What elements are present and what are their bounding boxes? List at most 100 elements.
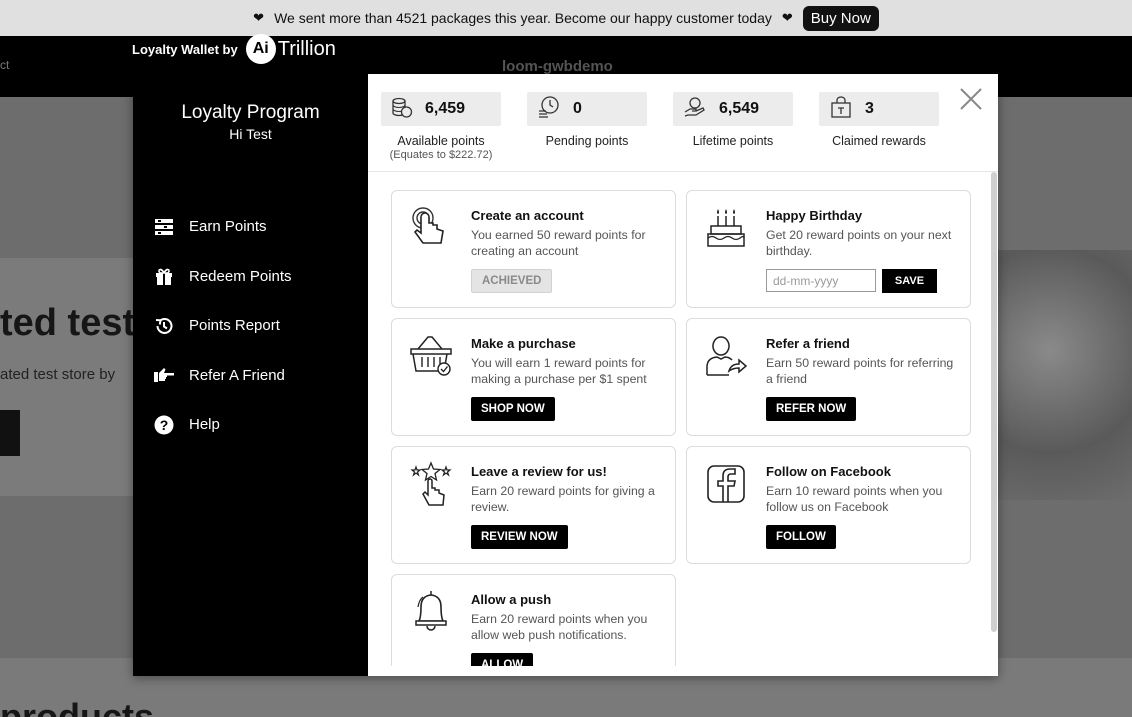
stat-value: 3	[865, 100, 874, 117]
card-title: Create an account	[471, 208, 584, 223]
stat-label: Available points	[397, 134, 485, 148]
hand-coin-icon	[683, 95, 707, 124]
logo-text: Trillion	[277, 37, 336, 60]
aitrillion-logo: Ai Trillion	[245, 34, 336, 64]
store-name[interactable]: loom-gwbdemo	[502, 58, 613, 75]
card-description: Earn 20 reward points for giving a revie…	[471, 484, 655, 514]
card-title: Make a purchase	[471, 336, 576, 351]
stat-label: Claimed rewards	[832, 134, 926, 148]
card-description: You earned 50 reward points for creating…	[471, 228, 646, 258]
hero-image	[995, 250, 1132, 500]
follow-button[interactable]: FOLLOW	[766, 525, 836, 549]
hero-subtitle: ated test store by	[0, 366, 116, 383]
stat-value: 0	[573, 100, 582, 117]
tap-hand-icon	[408, 205, 454, 251]
stat-value: 6,549	[719, 100, 760, 117]
birthday-cake-icon	[703, 205, 749, 251]
earn-points-icon	[153, 216, 175, 238]
card-title: Refer a friend	[766, 336, 850, 351]
stat-pill: 6,459	[381, 92, 501, 126]
earn-card-review: Leave a review for us! Earn 20 reward po…	[391, 446, 676, 564]
stat-label: Lifetime points	[692, 134, 774, 148]
earn-card-birthday: Happy Birthday Get 20 reward points on y…	[686, 190, 971, 308]
sidebar-item-label: Points Report	[189, 317, 280, 335]
achieved-badge: ACHIEVED	[471, 269, 553, 293]
hero-button[interactable]	[0, 410, 20, 456]
user-greeting: Hi Test	[229, 126, 272, 142]
refer-now-button[interactable]: REFER NOW	[766, 397, 857, 421]
stat-equivalent: (Equates to $222.72)	[389, 149, 493, 161]
heart-icon: ❤	[781, 10, 793, 25]
products-title: products	[0, 696, 155, 717]
wallet-label: Loyalty Wallet by Ai Trillion	[132, 34, 336, 64]
earn-card-purchase: Make a purchase You will earn 1 reward p…	[391, 318, 676, 436]
hero-title: ted test	[0, 302, 136, 344]
refer-person-icon	[703, 333, 749, 379]
birthday-input[interactable]: dd-mm-yyyy	[766, 269, 876, 292]
nav-link-fragment[interactable]: ct	[0, 58, 9, 72]
points-summary: 6,459 Available points (Equates to $222.…	[368, 74, 998, 172]
earn-card-facebook: Follow on Facebook Earn 10 reward points…	[686, 446, 971, 564]
sidebar-item-redeem-points[interactable]: Redeem Points	[153, 252, 292, 302]
stat-pill: 0	[527, 92, 647, 126]
card-description: You will earn 1 reward points for making…	[471, 356, 647, 386]
coins-icon	[391, 95, 413, 124]
card-description: Get 20 reward points on your next birthd…	[766, 228, 952, 258]
logo-mark: Ai	[245, 34, 276, 64]
program-title: Loyalty Program	[181, 102, 320, 123]
stat-pill: 3	[819, 92, 939, 126]
stat-value: 6,459	[425, 100, 466, 117]
stat-available-points: 6,459 Available points (Equates to $222.…	[368, 92, 514, 161]
card-description: Earn 50 reward points for referring a fr…	[766, 356, 954, 386]
sidebar-item-help[interactable]: ? Help	[153, 400, 292, 450]
pointing-hand-icon	[153, 364, 175, 386]
stat-pending-points: 0 Pending points	[514, 92, 660, 148]
close-icon[interactable]	[958, 86, 984, 112]
bell-icon	[408, 589, 454, 635]
sidebar-item-label: Redeem Points	[189, 267, 292, 285]
gift-icon	[153, 265, 175, 287]
announcement-text: We sent more than 4521 packages this yea…	[274, 10, 772, 26]
sidebar-item-earn-points[interactable]: Earn Points	[153, 202, 292, 252]
heart-icon: ❤	[253, 10, 265, 25]
help-icon: ?	[153, 414, 175, 436]
wallet-by-label: Loyalty Wallet by	[132, 41, 238, 57]
earn-card-push: Allow a push Earn 20 reward points when …	[391, 574, 676, 666]
review-stars-icon	[408, 461, 454, 507]
sidebar-item-label: Help	[189, 416, 220, 434]
shop-now-button[interactable]: SHOP NOW	[471, 397, 555, 421]
gift-bag-icon	[829, 95, 853, 124]
card-title: Allow a push	[471, 592, 552, 607]
loyalty-modal: Loyalty Program Hi Test Earn Points Rede…	[133, 74, 998, 676]
earn-card-refer: Refer a friend Earn 50 reward points for…	[686, 318, 971, 436]
sidebar-item-points-report[interactable]: Points Report	[153, 301, 292, 351]
loyalty-sidebar: Loyalty Program Hi Test Earn Points Rede…	[133, 74, 368, 676]
review-now-button[interactable]: REVIEW NOW	[471, 525, 568, 549]
card-title: Leave a review for us!	[471, 464, 607, 479]
sidebar-item-refer-friend[interactable]: Refer A Friend	[153, 351, 292, 401]
sidebar-item-label: Earn Points	[189, 218, 267, 236]
card-title: Happy Birthday	[766, 208, 863, 223]
history-icon	[153, 315, 175, 337]
save-birthday-button[interactable]: SAVE	[882, 269, 937, 293]
buy-now-button[interactable]: Buy Now	[802, 5, 879, 31]
stat-claimed-rewards: 3 Claimed rewards	[806, 92, 952, 148]
svg-text:?: ?	[160, 417, 169, 433]
announcement-bar: ❤ We sent more than 4521 packages this y…	[0, 0, 1132, 36]
shopping-basket-icon	[408, 333, 454, 379]
stat-lifetime-points: 6,549 Lifetime points	[660, 92, 806, 148]
facebook-icon	[703, 461, 749, 507]
clock-coins-icon	[537, 95, 561, 124]
card-description: Earn 20 reward points when you allow web…	[471, 612, 648, 642]
earn-actions-list: Create an account You earned 50 reward p…	[368, 172, 998, 666]
stat-pill: 6,549	[673, 92, 793, 126]
card-title: Follow on Facebook	[766, 464, 891, 479]
loyalty-content: 6,459 Available points (Equates to $222.…	[368, 74, 998, 676]
sidebar-menu: Earn Points Redeem Points Points Report …	[153, 202, 292, 450]
stat-label: Pending points	[545, 134, 629, 148]
allow-push-button[interactable]: ALLOW	[471, 653, 534, 666]
content-scrollbar[interactable]	[991, 172, 997, 632]
sidebar-item-label: Refer A Friend	[189, 366, 285, 384]
earn-card-create-account: Create an account You earned 50 reward p…	[391, 190, 676, 308]
card-description: Earn 10 reward points when you follow us…	[766, 484, 943, 514]
